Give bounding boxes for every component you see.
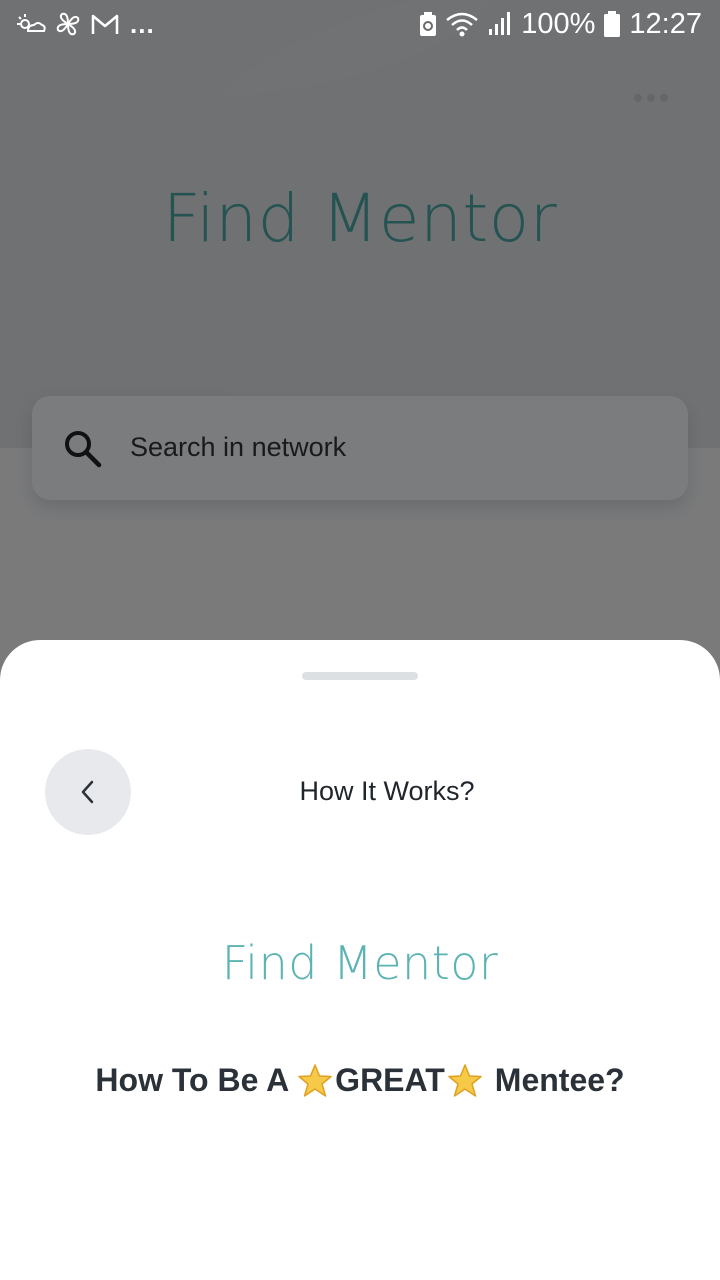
drag-handle[interactable] [302,672,418,680]
battery-saver-icon [420,12,437,36]
heading-part2: Mentee? [494,1062,625,1098]
heading-part1: How To Be A [95,1062,290,1098]
status-bar: ... 100% 12:27 [0,0,720,48]
wifi-icon [446,12,479,37]
battery-percent: 100% [521,7,596,40]
gmail-icon [91,14,119,34]
star-icon [298,1063,332,1097]
signal-icon [489,12,511,35]
bottom-sheet: How It Works? Find Mentor How To Be A GR… [0,640,720,1280]
chevron-left-icon [81,780,94,804]
star-icon [448,1063,482,1097]
mentee-guide-heading: How To Be A GREAT Mentee? [0,1062,720,1099]
weather-icon [17,14,46,32]
more-notifications: ... [130,8,155,39]
sheet-title: How It Works? [299,776,475,806]
clock: 12:27 [629,7,702,40]
pinwheel-icon [56,12,80,36]
brand-title: Find Mentor [221,936,499,990]
battery-icon [604,11,621,37]
heading-emphasis: GREAT [335,1062,445,1098]
back-button[interactable] [45,749,131,835]
